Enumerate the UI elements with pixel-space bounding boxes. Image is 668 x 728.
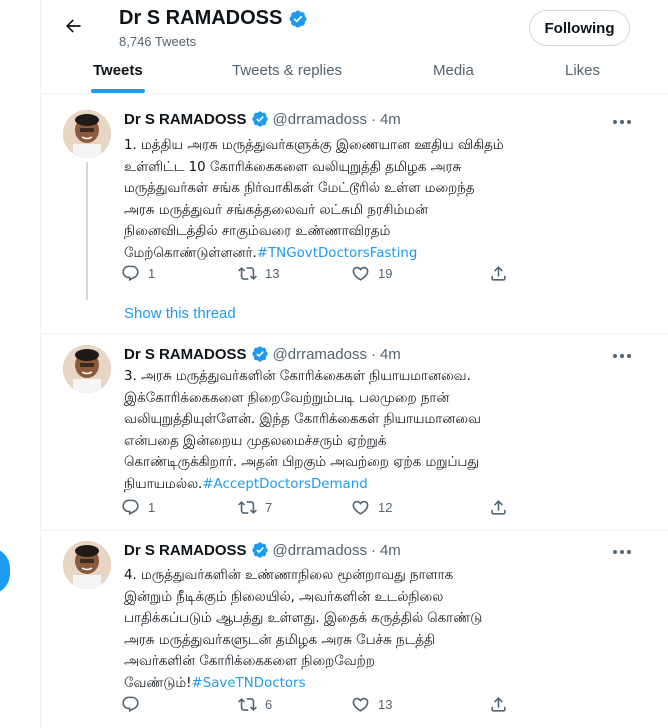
like-count: 19 <box>378 266 393 281</box>
verified-badge-icon <box>251 542 268 558</box>
tweet-author-name[interactable]: Dr S RAMADOSS <box>124 111 247 128</box>
tweet[interactable]: Dr S RAMADOSS @drramadoss · 4m 4. மருத்த… <box>41 531 668 728</box>
tweet-text-line: 4. மருத்துவர்களின் உண்ணாநிலை மூன்றாவது ந… <box>124 568 454 583</box>
reply-count: 1 <box>148 500 156 515</box>
heart-icon <box>352 697 369 712</box>
reply-button[interactable]: 1 <box>121 264 155 283</box>
separator-dot: · <box>370 110 376 128</box>
share-button[interactable] <box>489 264 508 283</box>
reply-button[interactable] <box>121 695 148 714</box>
like-count: 12 <box>378 500 393 515</box>
tweet-text: 3. அரசு மருத்துவர்களின் கோரிக்கைகள் நியா… <box>124 366 644 495</box>
share-button[interactable] <box>489 695 508 714</box>
retweet-count: 6 <box>265 697 273 712</box>
tab-likes[interactable]: Likes <box>565 53 600 93</box>
heart-icon <box>352 500 369 515</box>
tweet-time[interactable]: 4m <box>380 346 401 363</box>
tweet-text-line: 1. மத்திய அரசு மருத்துவர்களுக்கு இணையான … <box>124 138 504 153</box>
avatar[interactable] <box>63 110 111 158</box>
tweet-text-line: மேற்கொண்டுள்ளனர். <box>124 245 257 261</box>
show-thread-link[interactable]: Show this thread <box>124 305 236 322</box>
back-button[interactable] <box>55 8 91 44</box>
profile-timeline: Dr S RAMADOSS 8,746 Tweets Following Twe… <box>40 0 668 728</box>
tweet-count: 8,746 Tweets <box>119 34 197 49</box>
retweet-icon <box>238 698 257 711</box>
tweet-text-line: என்பதை இன்றைய முதலமைச்சரும் ஏற்றுக் <box>124 433 387 449</box>
like-count: 13 <box>378 697 393 712</box>
tab-tweets-and-replies[interactable]: Tweets & replies <box>232 53 342 93</box>
tweet-author-name[interactable]: Dr S RAMADOSS <box>124 542 247 559</box>
tweet-text-line: வலியுறுத்தியுள்ளேன். இந்த கோரிக்கைகள் நி… <box>124 412 481 427</box>
retweet-button[interactable]: 6 <box>238 695 272 714</box>
verified-badge-icon <box>251 111 268 127</box>
like-button[interactable]: 13 <box>351 695 392 714</box>
tweet-text-line: அரசு மருத்துவர் சங்கத்தலைவர் லட்சுமி நரச… <box>124 202 428 218</box>
retweet-button[interactable]: 7 <box>238 498 272 517</box>
share-icon <box>491 266 506 281</box>
reply-button[interactable]: 1 <box>121 498 155 517</box>
share-button[interactable] <box>489 498 508 517</box>
tweet-text-line: பாதிக்கப்படும் ஆபத்து உள்ளது. இதைக் கருத… <box>124 611 483 626</box>
tweet-text-line: கொண்டிருக்கிறார். அதன் பிறகும் அவற்றை ஏற… <box>124 455 479 470</box>
more-icon[interactable] <box>613 550 631 554</box>
tweet[interactable]: Dr S RAMADOSS @drramadoss · 4m 1. மத்திய… <box>41 94 668 332</box>
tweet-text-line: மருத்துவர்கள் சங்க நிர்வாகிகள் மேட்டூரில… <box>124 181 475 196</box>
avatar[interactable] <box>63 541 111 589</box>
tweet-handle[interactable]: @drramadoss <box>273 346 367 363</box>
tweet-text-line: வேண்டும்! <box>124 675 192 691</box>
retweet-icon <box>238 267 257 280</box>
tweet-actions: 1 7 12 <box>121 498 601 522</box>
reply-icon <box>122 696 139 713</box>
tweet[interactable]: Dr S RAMADOSS @drramadoss · 4m 3. அரசு ம… <box>41 334 668 529</box>
heart-icon <box>352 266 369 281</box>
thread-connector <box>86 162 88 300</box>
tweet-text: 4. மருத்துவர்களின் உண்ணாநிலை மூன்றாவது ந… <box>124 565 644 694</box>
tweet-actions: 1 13 19 <box>121 264 601 288</box>
like-button[interactable]: 19 <box>351 264 392 283</box>
tweet-text-line: இக்கோரிக்கைகளை நிறைவேற்றும்படி பலமுறை நா… <box>124 390 450 406</box>
more-icon[interactable] <box>613 354 631 358</box>
avatar[interactable] <box>63 345 111 393</box>
verified-badge-icon <box>289 9 307 28</box>
separator-dot: · <box>370 345 376 363</box>
tweet-text-line: அரசு மருத்துவர்களுடன் தமிழக அரசு பேச்சு … <box>124 632 435 648</box>
tweet-time[interactable]: 4m <box>380 542 401 559</box>
retweet-count: 7 <box>265 500 273 515</box>
retweet-button[interactable]: 13 <box>238 264 279 283</box>
hashtag-link[interactable]: #AcceptDoctorsDemand <box>202 477 367 492</box>
hashtag-link[interactable]: #SaveTNDoctors <box>191 676 305 691</box>
profile-name: Dr S RAMADOSS <box>119 7 283 29</box>
tweet-author-name[interactable]: Dr S RAMADOSS <box>124 346 247 363</box>
tweet-text-line: அவர்களின் கோரிக்கைகளை நிறைவேற்ற <box>124 654 375 669</box>
following-button[interactable]: Following <box>529 10 630 46</box>
share-icon <box>491 500 506 515</box>
tweet-text-line: இன்றும் நீடிக்கும் நிலையில், அவர்களின் உ… <box>124 589 444 605</box>
retweet-count: 13 <box>265 266 280 281</box>
tweet-handle[interactable]: @drramadoss <box>273 111 367 128</box>
tweet-text-line: உள்ளிட்ட 10 கோரிக்கைகளை வலியுறுத்தி தமிழ… <box>124 159 462 175</box>
more-icon[interactable] <box>613 120 631 124</box>
tweet-text-line: நினைவிடத்தில் சாகும்வரை உண்ணாவிரதம் <box>124 224 391 239</box>
tweet-time[interactable]: 4m <box>380 111 401 128</box>
profile-tabs: Tweets Tweets & replies Media Likes <box>41 53 668 93</box>
tweet-text-line: 3. அரசு மருத்துவர்களின் கோரிக்கைகள் நியா… <box>124 369 471 384</box>
verified-badge-icon <box>251 346 268 362</box>
retweet-icon <box>238 501 257 514</box>
tweet-handle[interactable]: @drramadoss <box>273 542 367 559</box>
arrow-left-icon <box>66 19 81 33</box>
tweet-actions: 6 13 <box>121 695 601 719</box>
profile-header: Dr S RAMADOSS 8,746 Tweets Following <box>41 0 668 53</box>
tweet-text-line: நியாயமல்ல. <box>124 476 203 492</box>
reply-count: 1 <box>148 266 156 281</box>
reply-icon <box>122 265 139 282</box>
like-button[interactable]: 12 <box>351 498 392 517</box>
tab-media[interactable]: Media <box>433 53 474 93</box>
tab-tweets[interactable]: Tweets <box>93 53 143 93</box>
tweet-text: 1. மத்திய அரசு மருத்துவர்களுக்கு இணையான … <box>124 135 644 264</box>
compose-button[interactable] <box>0 548 10 594</box>
separator-dot: · <box>370 541 376 559</box>
share-icon <box>491 697 506 712</box>
hashtag-link[interactable]: #TNGovtDoctorsFasting <box>257 246 418 261</box>
reply-icon <box>122 499 139 516</box>
